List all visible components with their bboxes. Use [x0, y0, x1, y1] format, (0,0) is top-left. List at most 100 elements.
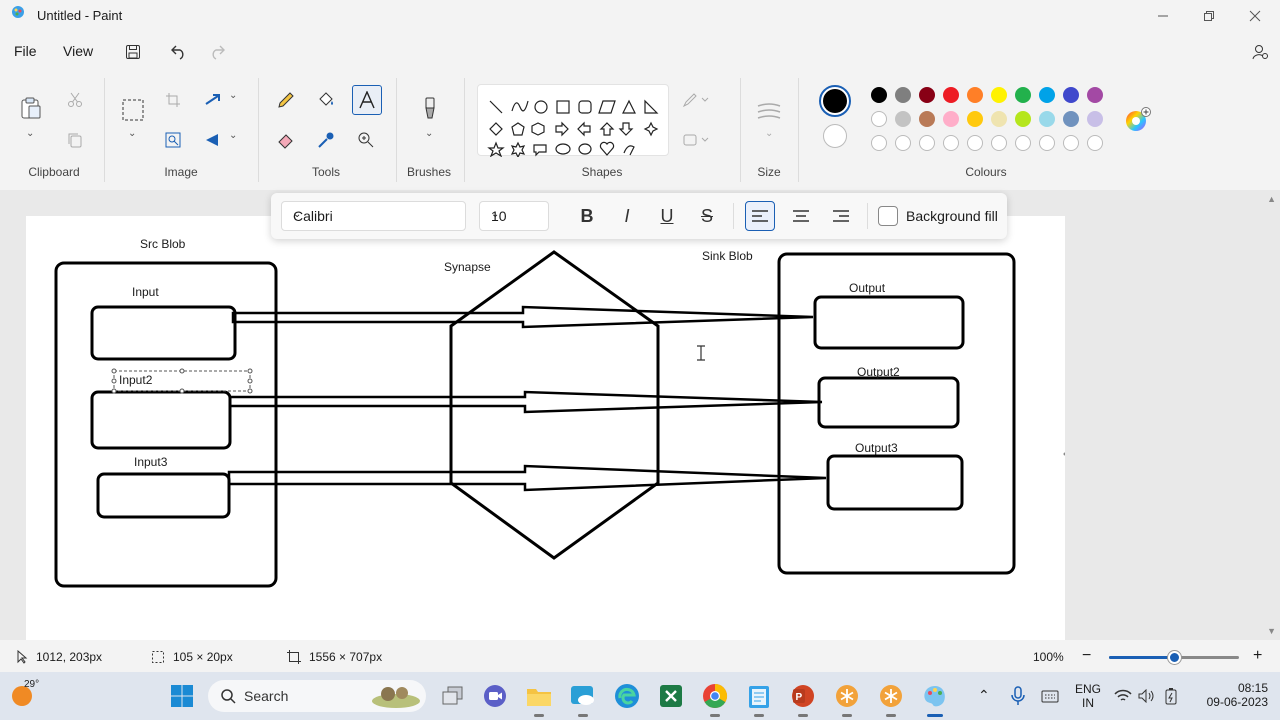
brushes-button[interactable] — [416, 94, 444, 122]
custom-colour-slot[interactable] — [1015, 135, 1031, 151]
custom-colour-slot[interactable] — [895, 135, 911, 151]
zoom-slider[interactable] — [1109, 651, 1239, 664]
bold-button[interactable]: B — [572, 201, 602, 231]
snowflake-app-button[interactable] — [833, 682, 861, 717]
colour-swatch[interactable] — [967, 111, 983, 127]
battery-status[interactable] — [1161, 682, 1181, 710]
undo-button[interactable] — [165, 40, 191, 64]
resize-dropdown-chevron-icon[interactable]: ⌄ — [229, 90, 237, 101]
close-button[interactable] — [1232, 0, 1278, 32]
custom-colour-slot[interactable] — [991, 135, 1007, 151]
colour-swatch[interactable] — [1063, 111, 1079, 127]
colour-swatch[interactable] — [895, 87, 911, 103]
select-dropdown-chevron-icon[interactable]: ⌄ — [128, 128, 136, 139]
weather-app-button[interactable] — [569, 682, 597, 717]
paste-button[interactable] — [17, 94, 45, 122]
colour-swatch[interactable] — [919, 111, 935, 127]
colour-swatch[interactable] — [871, 87, 887, 103]
custom-colour-slot[interactable] — [943, 135, 959, 151]
align-right-button[interactable] — [826, 201, 856, 231]
font-family-dropdown[interactable]: Calibri ⌄ — [281, 201, 466, 231]
background-fill-checkbox[interactable] — [878, 206, 898, 226]
colour-swatch[interactable] — [1087, 111, 1103, 127]
background-fill-toggle[interactable]: Background fill — [878, 206, 998, 226]
colour-swatch[interactable] — [919, 87, 935, 103]
colour-swatch[interactable] — [943, 87, 959, 103]
color-picker-tool[interactable] — [312, 126, 340, 154]
custom-colour-slot[interactable] — [967, 135, 983, 151]
rotate-button[interactable] — [199, 126, 227, 154]
pencil-tool[interactable] — [272, 86, 300, 114]
custom-colour-slot[interactable] — [871, 135, 887, 151]
colour-swatch[interactable] — [1039, 87, 1055, 103]
brushes-dropdown-chevron-icon[interactable]: ⌄ — [425, 128, 433, 139]
excel-button[interactable] — [657, 682, 685, 710]
magnifier-tool[interactable] — [352, 126, 380, 154]
taskbar-search-box[interactable]: Search — [208, 680, 426, 712]
notepad-button[interactable] — [745, 682, 773, 717]
menu-file[interactable]: File — [14, 43, 37, 59]
menu-view[interactable]: View — [63, 43, 93, 59]
colour-swatch[interactable] — [967, 87, 983, 103]
tray-overflow-chevron-icon[interactable]: ⌃ — [978, 687, 990, 704]
drawing-canvas[interactable]: Src Blob Synapse Sink Blob Input Input2 … — [26, 216, 1065, 640]
scroll-up-arrow-icon[interactable]: ▲ — [1267, 194, 1276, 204]
colour-swatch[interactable] — [991, 111, 1007, 127]
colour-swatch[interactable] — [871, 111, 887, 127]
keyboard-button[interactable] — [1036, 682, 1064, 710]
select-button[interactable] — [119, 96, 147, 124]
font-size-dropdown[interactable]: 10 ⌄ — [479, 201, 549, 231]
size-button[interactable] — [755, 98, 783, 126]
italic-button[interactable]: I — [612, 201, 642, 231]
colour-swatch[interactable] — [1087, 87, 1103, 103]
image-search-button[interactable] — [159, 126, 187, 154]
input2-label[interactable]: Input2 — [119, 373, 152, 387]
size-dropdown-chevron-icon[interactable]: ⌄ — [765, 128, 773, 139]
save-button[interactable] — [120, 40, 146, 64]
outline-button[interactable] — [682, 86, 710, 114]
fill-button[interactable] — [682, 126, 710, 154]
crop-button[interactable] — [159, 86, 187, 114]
primary-color[interactable] — [819, 85, 851, 117]
language-indicator[interactable]: ENG IN — [1074, 682, 1102, 710]
scroll-down-arrow-icon[interactable]: ▼ — [1267, 626, 1276, 636]
colour-swatch[interactable] — [1015, 111, 1031, 127]
cut-button[interactable] — [61, 86, 89, 114]
minimize-button[interactable] — [1140, 0, 1186, 32]
rotate-dropdown-chevron-icon[interactable]: ⌄ — [229, 130, 237, 141]
snowflake-app-2-button[interactable] — [877, 682, 905, 717]
microphone-button[interactable] — [1004, 682, 1032, 710]
custom-colour-slot[interactable] — [1087, 135, 1103, 151]
zoom-out-button[interactable]: − — [1082, 647, 1091, 665]
edge-browser-button[interactable] — [613, 682, 641, 710]
align-center-button[interactable] — [786, 201, 816, 231]
colour-swatch[interactable] — [895, 111, 911, 127]
redo-button[interactable] — [205, 40, 231, 64]
volume-status[interactable] — [1137, 682, 1157, 710]
zoom-in-button[interactable]: + — [1253, 647, 1262, 665]
colour-swatch[interactable] — [1063, 87, 1079, 103]
eraser-tool[interactable] — [272, 126, 300, 154]
wifi-status[interactable] — [1113, 682, 1133, 710]
paint-taskbar-button[interactable] — [921, 682, 949, 717]
custom-colour-slot[interactable] — [1039, 135, 1055, 151]
file-explorer-button[interactable] — [525, 682, 553, 717]
secondary-color[interactable] — [823, 124, 847, 148]
powerpoint-button[interactable]: P — [789, 682, 817, 717]
text-tool[interactable] — [352, 85, 382, 115]
clock[interactable]: 08:15 09-06-2023 — [1196, 681, 1268, 709]
zoom-slider-thumb[interactable] — [1168, 651, 1181, 664]
chrome-button[interactable] — [701, 682, 729, 717]
strikethrough-button[interactable]: S — [692, 201, 722, 231]
align-left-button[interactable] — [745, 201, 775, 231]
colour-swatch[interactable] — [1015, 87, 1031, 103]
colour-swatch[interactable] — [943, 111, 959, 127]
weather-widget[interactable]: 29° — [10, 679, 39, 708]
colour-swatch[interactable] — [1039, 111, 1055, 127]
task-view-button[interactable] — [439, 682, 467, 710]
start-button[interactable] — [168, 682, 196, 710]
account-button[interactable] — [1247, 40, 1273, 64]
copy-button[interactable] — [61, 126, 89, 154]
custom-colour-slot[interactable] — [919, 135, 935, 151]
underline-button[interactable]: U — [652, 201, 682, 231]
